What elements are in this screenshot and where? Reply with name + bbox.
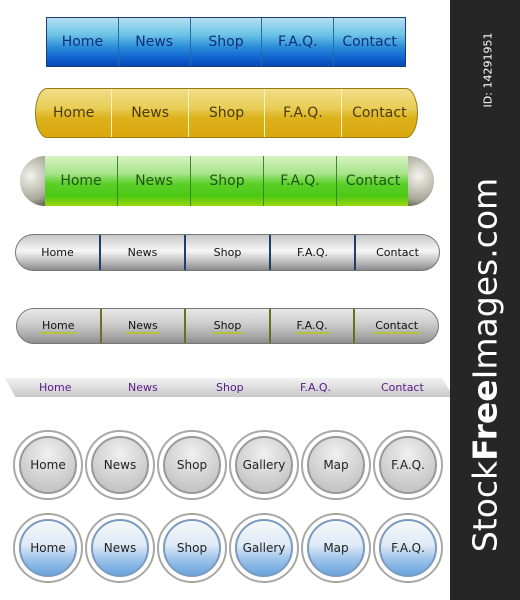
blue-nav-item-home[interactable]: Home — [47, 18, 119, 66]
round-button-label: Map — [307, 436, 365, 494]
round-button-label: Gallery — [235, 519, 293, 577]
nav-item-label: Contact — [373, 318, 421, 334]
silver-nav-item-home[interactable]: Home — [16, 235, 101, 270]
brand-suffix: Images.com — [465, 177, 505, 380]
silver-nav-item-faq[interactable]: F.A.Q. — [271, 235, 356, 270]
round-button-label: News — [91, 519, 149, 577]
green-nav-bar-wrapper: Home News Shop F.A.Q. Contact — [20, 156, 434, 206]
round-button-label: Gallery — [235, 436, 293, 494]
grey-round-buttons-row: Home News Shop Gallery Map F.A.Q. — [13, 430, 443, 502]
grey-round-button-home[interactable]: Home — [13, 430, 83, 500]
nav-item-label: Home — [53, 105, 95, 121]
yellow-nav-item-shop[interactable]: Shop — [189, 89, 266, 137]
blue-nav-bar: Home News Shop F.A.Q. Contact — [46, 17, 406, 67]
nav-item-label: News — [127, 381, 158, 394]
nav-item-label: Home — [61, 34, 104, 50]
nav-item-label: News — [131, 105, 170, 121]
grey-round-button-shop[interactable]: Shop — [157, 430, 227, 500]
nav-item-label: Home — [40, 318, 77, 334]
blue-nav-item-shop[interactable]: Shop — [191, 18, 263, 66]
blue-round-button-home[interactable]: Home — [13, 513, 83, 583]
nav-item-label: Contact — [381, 381, 424, 394]
round-button-label: Home — [19, 436, 77, 494]
blue-nav-item-contact[interactable]: Contact — [334, 18, 405, 66]
nav-item-label: Shop — [213, 246, 242, 259]
grey-round-button-map[interactable]: Map — [301, 430, 371, 500]
silver-nav-item-contact[interactable]: Contact — [356, 235, 439, 270]
nav-item-label: F.A.Q. — [280, 173, 320, 189]
yellow-nav-item-faq[interactable]: F.A.Q. — [265, 89, 342, 137]
nav-item-label: F.A.Q. — [296, 246, 329, 259]
nav-item-label: News — [135, 34, 174, 50]
nav-item-label: Shop — [208, 105, 245, 121]
round-button-label: Shop — [163, 519, 221, 577]
round-button-label: Shop — [163, 436, 221, 494]
green-nav-bar: Home News Shop F.A.Q. Contact — [45, 156, 409, 206]
grey-round-button-faq[interactable]: F.A.Q. — [373, 430, 443, 500]
nav-item-label: Contact — [352, 105, 407, 121]
silver-nav-item-shop[interactable]: Shop — [186, 235, 271, 270]
yellow-nav-item-contact[interactable]: Contact — [342, 89, 417, 137]
slanted-tabs-nav-bar: Home News Shop F.A.Q. Contact — [4, 378, 456, 397]
nav-item-label: Home — [60, 173, 102, 189]
green-nav-item-news[interactable]: News — [118, 156, 191, 206]
green-nav-item-home[interactable]: Home — [45, 156, 118, 206]
brand-bold: Free — [465, 379, 505, 461]
tabs-nav-item-contact[interactable]: Contact — [351, 378, 456, 397]
round-button-label: Map — [307, 519, 365, 577]
nav-item-label: Contact — [345, 173, 401, 189]
nav-item-label: F.A.Q. — [300, 381, 332, 394]
green-nav-item-contact[interactable]: Contact — [337, 156, 409, 206]
round-button-label: Home — [19, 519, 77, 577]
grey-nav-item-shop[interactable]: Shop — [186, 309, 271, 343]
nav-item-label: Shop — [208, 34, 244, 50]
nav-item-label: Shop — [211, 318, 244, 334]
nav-item-label: News — [126, 318, 160, 334]
round-button-label: F.A.Q. — [379, 436, 437, 494]
watermark-brand: StockFreeImages.com — [466, 178, 505, 552]
blue-nav-item-faq[interactable]: F.A.Q. — [262, 18, 335, 66]
nav-item-label: Shop — [209, 173, 245, 189]
nav-item-label: News — [127, 246, 158, 259]
grey-underline-nav-bar: Home News Shop F.A.Q. Contact — [16, 308, 439, 344]
nav-item-label: F.A.Q. — [278, 34, 318, 50]
yellow-nav-item-news[interactable]: News — [112, 89, 189, 137]
green-nav-item-faq[interactable]: F.A.Q. — [264, 156, 337, 206]
blue-round-button-gallery[interactable]: Gallery — [229, 513, 299, 583]
nav-item-label: News — [135, 173, 173, 189]
nav-item-label: Shop — [215, 381, 243, 394]
blue-round-button-map[interactable]: Map — [301, 513, 371, 583]
nav-item-label: Contact — [342, 34, 397, 50]
watermark-id: ID: 14291951 — [481, 32, 495, 108]
round-button-label: F.A.Q. — [379, 519, 437, 577]
blue-round-button-shop[interactable]: Shop — [157, 513, 227, 583]
yellow-nav-bar: Home News Shop F.A.Q. Contact — [35, 88, 418, 138]
grey-nav-item-contact[interactable]: Contact — [355, 309, 438, 343]
nav-item-label: Home — [39, 381, 72, 394]
blue-round-buttons-row: Home News Shop Gallery Map F.A.Q. — [13, 513, 443, 585]
nav-item-label: F.A.Q. — [283, 105, 323, 121]
grey-nav-item-news[interactable]: News — [102, 309, 187, 343]
blue-round-button-faq[interactable]: F.A.Q. — [373, 513, 443, 583]
grey-round-button-gallery[interactable]: Gallery — [229, 430, 299, 500]
left-cap-icon — [20, 156, 46, 206]
silver-nav-bar: Home News Shop F.A.Q. Contact — [15, 234, 440, 271]
nav-item-label: Home — [41, 246, 74, 259]
grey-nav-item-home[interactable]: Home — [17, 309, 102, 343]
blue-round-button-news[interactable]: News — [85, 513, 155, 583]
nav-item-label: Contact — [376, 246, 419, 259]
nav-item-label: F.A.Q. — [294, 318, 330, 334]
grey-nav-item-faq[interactable]: F.A.Q. — [271, 309, 356, 343]
green-nav-item-shop[interactable]: Shop — [191, 156, 264, 206]
round-button-label: News — [91, 436, 149, 494]
yellow-nav-item-home[interactable]: Home — [36, 89, 113, 137]
silver-nav-item-news[interactable]: News — [101, 235, 186, 270]
right-cap-icon — [408, 156, 434, 206]
grey-round-button-news[interactable]: News — [85, 430, 155, 500]
blue-nav-item-news[interactable]: News — [119, 18, 191, 66]
brand-prefix: Stock — [465, 460, 505, 553]
